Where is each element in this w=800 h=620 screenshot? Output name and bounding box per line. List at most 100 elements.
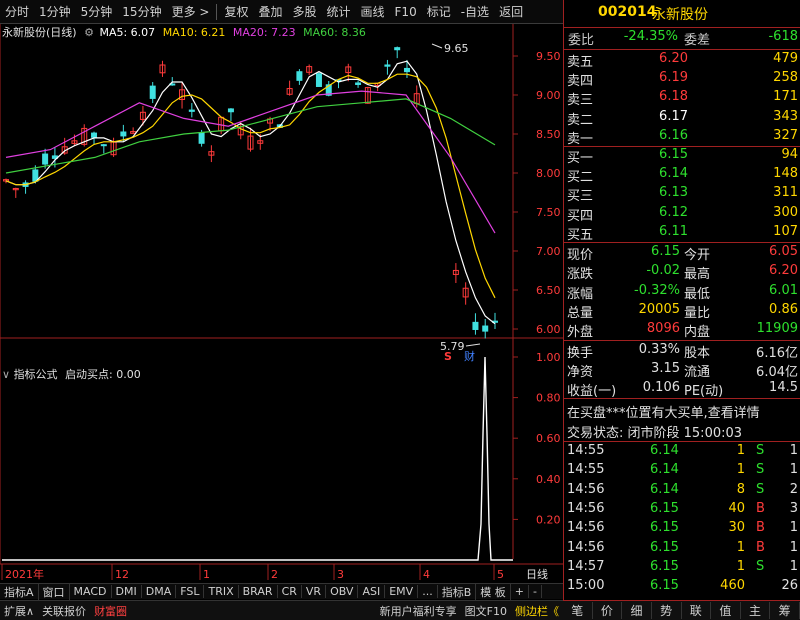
indicator-tab-0[interactable]: 指标A: [0, 583, 39, 600]
indicator-tab-7[interactable]: BRAR: [239, 585, 278, 598]
fund-value: 0.33%: [638, 342, 680, 357]
level-price: 6.18: [659, 89, 688, 105]
promo-link[interactable]: 新用户福利专享: [376, 603, 461, 619]
period-tab-0[interactable]: 分时: [0, 3, 34, 20]
tick-row: 14:56 6.15 30 B 1: [564, 520, 800, 539]
stat-label: 内盘: [684, 325, 711, 341]
notice-row[interactable]: 在买盘***位置有大买单,查看详情: [564, 402, 800, 421]
fund-label: 股本: [684, 346, 711, 361]
fund-row: 净资 3.15 流通 6.04亿: [564, 361, 800, 380]
ma20-label: MA20: 7.23: [232, 26, 296, 39]
indicator-tab-11[interactable]: ASI: [358, 585, 386, 598]
stat-value: 6.20: [769, 263, 798, 279]
tick-count: 3: [789, 500, 798, 516]
fund-label: 净资: [567, 365, 594, 380]
fund-value: 3.15: [651, 361, 680, 376]
toolbar-button-1[interactable]: 叠加: [253, 3, 287, 20]
detail-tab-7[interactable]: 筹: [770, 602, 800, 619]
toolbar-button-7[interactable]: -自选: [456, 3, 494, 20]
price-tick-label: 7.50: [536, 206, 561, 219]
tick-price: 6.15: [650, 578, 679, 594]
tick-row: 14:56 6.14 8 S 2: [564, 482, 800, 501]
detail-tab-1[interactable]: 价: [593, 602, 623, 619]
order-book-row: 卖四 6.19 258: [564, 70, 800, 89]
stock-label: 永新股份(日线): [2, 26, 77, 39]
tick-time: 15:00: [567, 578, 605, 594]
stat-value: 6.05: [769, 244, 798, 259]
settings-icon[interactable]: ⚙: [84, 26, 94, 39]
indicator-tab-15[interactable]: 模 板: [476, 583, 511, 600]
tick-time: 14:57: [567, 558, 605, 574]
price-tick-label: 8.00: [536, 167, 561, 180]
indicator-tab-17[interactable]: -: [529, 585, 542, 598]
indicator-tab-2[interactable]: MACD: [70, 585, 112, 598]
detail-tab-5[interactable]: 值: [711, 602, 741, 619]
detail-tab-2[interactable]: 细: [622, 602, 652, 619]
toolbar-button-5[interactable]: F10: [390, 5, 422, 19]
sidebar-toggle[interactable]: 侧边栏《: [511, 603, 563, 619]
indicator-value: 启动买点: 0.00: [65, 368, 141, 381]
indicator-tab-6[interactable]: TRIX: [204, 585, 239, 598]
tick-row: 14:56 6.15 40 B 3: [564, 501, 800, 520]
indicator-tab-8[interactable]: CR: [278, 585, 302, 598]
tick-side: S: [756, 443, 765, 458]
indicator-tab-1[interactable]: 窗口: [39, 583, 70, 600]
ma10-line: [5, 73, 496, 299]
period-tab-4[interactable]: 更多 >: [167, 3, 215, 20]
toolbar-button-6[interactable]: 标记: [422, 3, 456, 20]
period-tab-2[interactable]: 5分钟: [76, 3, 118, 20]
indicator-tab-12[interactable]: EMV: [385, 585, 419, 598]
tick-volume: 40: [728, 500, 745, 516]
indicator-tab-16[interactable]: +: [511, 585, 529, 598]
detail-tab-3[interactable]: 势: [652, 602, 682, 619]
f10-button[interactable]: 图文F10: [461, 603, 511, 619]
indicator-tab-13[interactable]: ...: [418, 585, 438, 598]
toolbar-button-8[interactable]: 返回: [494, 3, 528, 20]
wecha-label: 委差: [684, 33, 711, 48]
detail-tab-6[interactable]: 主: [741, 602, 771, 619]
candle-body: [198, 132, 205, 144]
tick-count: 1: [789, 520, 798, 536]
wealth-circle-button[interactable]: 财富圈: [90, 603, 131, 619]
chevron-down-icon[interactable]: ∨: [2, 368, 10, 381]
stat-row: 涨幅 -0.32% 最低 6.01: [564, 283, 800, 302]
tick-time: 14:56: [567, 520, 605, 536]
x-axis-label: 2: [271, 568, 278, 581]
period-label: 日线: [526, 567, 548, 581]
toolbar-button-0[interactable]: 复权: [219, 3, 253, 20]
tick-time: 14:55: [567, 462, 605, 478]
fund-label: PE(动): [684, 384, 724, 399]
indicator-tab-9[interactable]: VR: [302, 585, 327, 598]
indicator-tab-3[interactable]: DMI: [112, 585, 142, 598]
tick-volume: 30: [728, 520, 745, 536]
level-volume: 343: [773, 108, 798, 124]
indicator-tab-4[interactable]: DMA: [142, 585, 177, 598]
period-tab-3[interactable]: 15分钟: [117, 3, 166, 20]
indicator-label[interactable]: 指标公式: [14, 368, 58, 381]
indicator-tab-14[interactable]: 指标B: [438, 583, 477, 600]
detail-tab-0[interactable]: 笔: [563, 602, 593, 619]
candle-body: [149, 85, 156, 99]
toolbar-button-2[interactable]: 多股: [287, 3, 321, 20]
notice-text[interactable]: 在买盘***位置有大买单,查看详情: [567, 402, 760, 421]
fund-value: 0.106: [642, 380, 680, 395]
kline-chart[interactable]: 9.509.008.508.007.507.006.506.009.655.79…: [0, 24, 563, 600]
stat-value: 8096: [646, 321, 680, 337]
related-quotes-button[interactable]: 关联报价: [38, 603, 90, 619]
level-label: 卖三: [567, 93, 594, 109]
period-tab-1[interactable]: 1分钟: [34, 3, 76, 20]
ind-tick-label: 0.40: [536, 473, 561, 486]
webi-value: -24.35%: [623, 29, 678, 44]
indicator-tab-10[interactable]: OBV: [326, 585, 359, 598]
detail-tab-4[interactable]: 联: [682, 602, 712, 619]
tick-count: 26: [781, 578, 798, 594]
indicator-tab-5[interactable]: FSL: [176, 585, 205, 598]
fund-value: 14.5: [769, 380, 798, 395]
level-price: 6.17: [659, 108, 688, 124]
detail-tabbar: 笔价细势联值主筹: [563, 600, 800, 620]
expand-button[interactable]: 扩展∧: [0, 603, 38, 619]
tick-price: 6.15: [650, 520, 679, 536]
toolbar-button-3[interactable]: 统计: [322, 3, 356, 20]
order-book-row: 卖二 6.17 343: [564, 109, 800, 128]
toolbar-button-4[interactable]: 画线: [356, 3, 390, 20]
